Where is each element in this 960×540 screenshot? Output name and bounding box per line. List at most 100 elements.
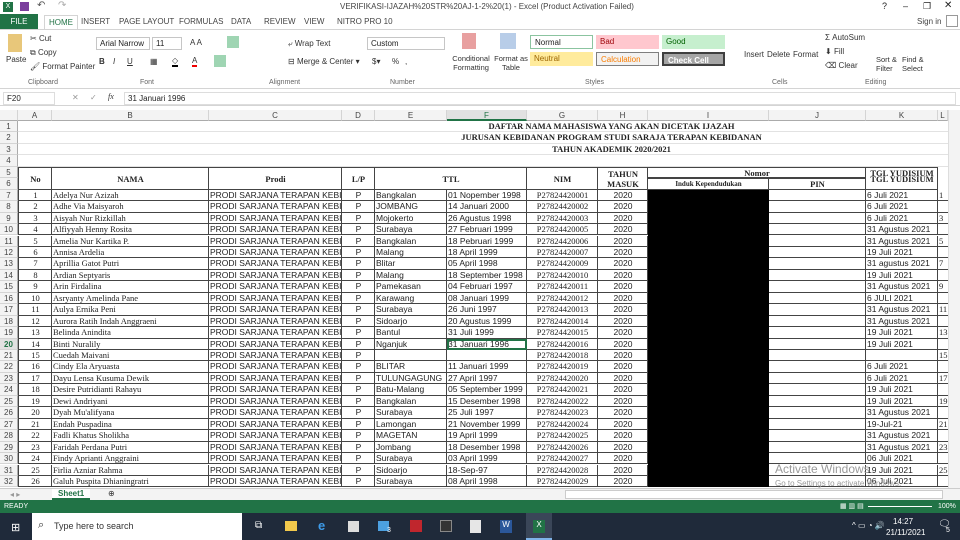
tab-insert[interactable]: INSERT (81, 15, 110, 29)
store-icon[interactable] (348, 521, 359, 532)
borders-icon[interactable]: ▦ (150, 57, 158, 66)
row-header-21[interactable]: 21 (0, 350, 18, 362)
column-header-C[interactable]: C (209, 110, 342, 121)
clear-button[interactable]: ⌫ Clear (825, 61, 858, 70)
copy-button[interactable]: ⧉ Copy (30, 48, 57, 58)
tab-home[interactable]: HOME (44, 15, 78, 29)
italic-button[interactable]: I (113, 57, 115, 66)
row-header-18[interactable]: 18 (0, 315, 18, 328)
close-button[interactable]: ✕ (944, 0, 952, 11)
align-left-icon[interactable] (214, 55, 226, 67)
column-header-E[interactable]: E (375, 110, 447, 121)
game-app-icon[interactable] (410, 520, 422, 532)
conditional-formatting-button[interactable]: Conditional Formatting (450, 54, 492, 72)
row-header-17[interactable]: 17 (0, 304, 18, 316)
task-view-icon[interactable]: ⧉ (255, 520, 262, 531)
file-explorer-icon[interactable] (285, 521, 297, 531)
font-color-icon[interactable]: A (192, 56, 198, 67)
column-header-H[interactable]: H (598, 110, 648, 121)
comma-button[interactable]: , (405, 57, 407, 66)
sort-filter-button[interactable]: Sort & Filter (876, 55, 900, 73)
select-all-corner[interactable] (0, 110, 18, 121)
taskbar-search-box[interactable]: ⌕ Type here to search (32, 513, 242, 540)
align-top-icon[interactable] (214, 36, 226, 48)
percent-button[interactable]: % (392, 57, 399, 66)
save-icon[interactable] (20, 2, 29, 11)
edge-icon[interactable]: e (318, 518, 325, 533)
row-header-7[interactable]: 7 (0, 189, 18, 202)
sign-in-link[interactable]: Sign in (917, 15, 941, 29)
cell-tanggal-lahir[interactable]: 31 Januari 1996 (447, 338, 527, 350)
fill-button[interactable]: ⬇ Fill (825, 47, 844, 56)
fx-button[interactable]: fx (108, 92, 114, 101)
row-header-2[interactable]: 2 (0, 132, 18, 144)
row-header-32[interactable]: 32 (0, 475, 18, 488)
app-icon[interactable] (440, 520, 452, 532)
row-header-26[interactable]: 26 (0, 407, 18, 419)
column-header-B[interactable]: B (52, 110, 209, 121)
number-format-select[interactable]: Custom (367, 37, 445, 50)
formula-input[interactable]: 31 Januari 1996 (124, 92, 956, 105)
row-header-14[interactable]: 14 (0, 269, 18, 282)
merge-center-button[interactable]: ⊟ Merge & Center ▾ (288, 57, 360, 66)
row-header-13[interactable]: 13 (0, 258, 18, 270)
column-header-A[interactable]: A (18, 110, 52, 121)
help-button[interactable]: ? (882, 1, 887, 11)
underline-button[interactable]: U (127, 57, 133, 66)
tab-nitro[interactable]: NITRO PRO 10 (337, 15, 393, 29)
horizontal-scrollbar[interactable] (565, 490, 943, 499)
row-header-3[interactable]: 3 (0, 143, 18, 156)
row-header-12[interactable]: 12 (0, 246, 18, 259)
sheet-tab-sheet1[interactable]: Sheet1 (52, 489, 91, 500)
add-sheet-button[interactable]: ⊕ (108, 489, 115, 498)
row-header-19[interactable]: 19 (0, 327, 18, 339)
spreadsheet-grid[interactable]: A B C D E F G H I J K L 1 2 3 4 5 6 7 8 9 10 11 12 13 14 15 16 17 18 1… (0, 110, 948, 488)
delete-cells-button[interactable]: Delete (767, 50, 790, 59)
row-header-22[interactable]: 22 (0, 361, 18, 373)
row-header-6[interactable]: 6 (0, 178, 18, 190)
row-header-25[interactable]: 25 (0, 395, 18, 408)
row-header-11[interactable]: 11 (0, 235, 18, 247)
style-check-cell[interactable]: Check Cell (662, 52, 725, 66)
excel-taskbar-button[interactable]: X (526, 513, 552, 540)
zoom-level[interactable]: 100% (938, 500, 956, 513)
autosum-button[interactable]: Σ AutoSum (825, 33, 865, 42)
accounting-icon[interactable]: $▾ (372, 57, 380, 66)
row-header-31[interactable]: 31 (0, 464, 18, 476)
style-neutral[interactable]: Neutral (530, 52, 593, 66)
view-buttons[interactable]: ▦ ▥ ▤ (840, 500, 864, 513)
tab-data[interactable]: DATA (231, 15, 251, 29)
column-header-L[interactable]: L (938, 110, 948, 121)
minimize-button[interactable]: – (903, 1, 908, 11)
row-header-4[interactable]: 4 (0, 155, 18, 167)
row-header-16[interactable]: 16 (0, 292, 18, 305)
wrap-text-button[interactable]: ⤶ Wrap Text (288, 39, 330, 49)
vertical-scrollbar[interactable] (948, 110, 960, 488)
system-tray-icons[interactable]: ^ ▭ ◔ 🔊 (852, 521, 885, 530)
row-header-29[interactable]: 29 (0, 441, 18, 454)
restore-button[interactable]: ❐ (923, 1, 931, 12)
find-select-button[interactable]: Find & Select (902, 55, 926, 73)
align-middle-icon[interactable] (227, 36, 239, 48)
column-header-I[interactable]: I (648, 110, 769, 121)
cancel-icon[interactable]: ✕ (72, 93, 79, 102)
column-header-D[interactable]: D (342, 110, 375, 121)
style-calculation[interactable]: Calculation (596, 52, 659, 66)
format-as-table-button[interactable]: Format as Table (494, 54, 528, 72)
column-header-G[interactable]: G (527, 110, 598, 121)
row-header-8[interactable]: 8 (0, 201, 18, 213)
user-avatar-icon[interactable] (946, 15, 958, 27)
document-app-icon[interactable] (470, 520, 481, 533)
font-size-select[interactable]: 11 (152, 37, 182, 50)
tab-review[interactable]: REVIEW (264, 15, 296, 29)
style-good[interactable]: Good (662, 35, 725, 49)
row-header-24[interactable]: 24 (0, 384, 18, 396)
zoom-slider[interactable] (868, 506, 932, 507)
row-header-9[interactable]: 9 (0, 212, 18, 225)
row-header-30[interactable]: 30 (0, 453, 18, 465)
word-icon[interactable]: W (500, 520, 512, 533)
sheet-nav-arrows[interactable]: ◂ ▸ (10, 490, 20, 499)
row-header-27[interactable]: 27 (0, 418, 18, 431)
clock-time[interactable]: 14:27 (893, 517, 913, 526)
tab-formulas[interactable]: FORMULAS (179, 15, 223, 29)
